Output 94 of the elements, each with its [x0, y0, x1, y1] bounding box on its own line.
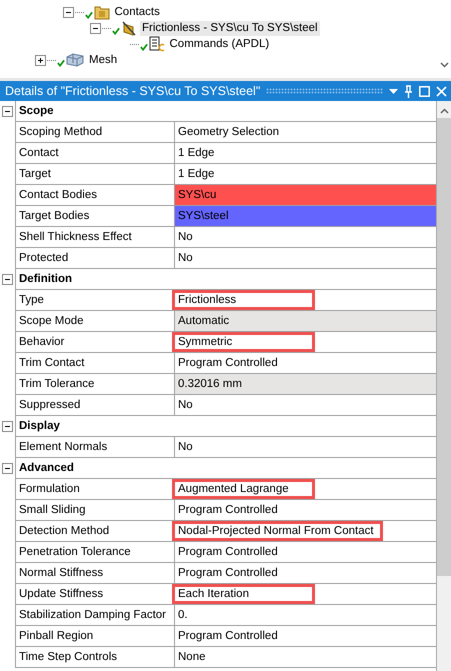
property-label: Normal Stiffness	[15, 563, 175, 584]
property-label: Contact	[15, 143, 175, 164]
property-label: Penetration Tolerance	[15, 542, 175, 563]
highlighted-value: Each Iteration	[175, 587, 312, 601]
expand-icon[interactable]	[35, 54, 46, 66]
property-label: Scope Mode	[15, 311, 175, 332]
highlighted-value: Nodal-Projected Normal From Contact	[175, 524, 380, 538]
scroll-up-icon[interactable]	[440, 108, 448, 114]
property-label: Behavior	[15, 332, 175, 353]
property-value-cell[interactable]: No	[175, 437, 436, 458]
tree-item[interactable]: Commands (APDL)	[168, 36, 272, 52]
property-value: SYS\cu	[178, 189, 216, 201]
property-value-cell[interactable]: Program Controlled	[175, 542, 436, 563]
property-label: Detection Method	[15, 521, 175, 542]
highlighted-value: Augmented Lagrange	[175, 482, 312, 496]
property-value-cell[interactable]: Each Iteration	[175, 584, 436, 605]
contact-icon	[121, 20, 137, 36]
property-label: Update Stiffness	[15, 584, 175, 605]
scrollbar-thumb[interactable]	[437, 118, 451, 576]
property-value-cell[interactable]: Program Controlled	[175, 626, 436, 647]
scroll-down-icon[interactable]	[440, 62, 448, 68]
mesh-icon	[66, 53, 84, 67]
folder-icon	[94, 4, 110, 20]
maximize-icon[interactable]	[419, 86, 430, 96]
property-label: Contact Bodies	[15, 185, 175, 206]
property-value: Program Controlled	[178, 567, 278, 579]
highlighted-value: Frictionless	[175, 293, 312, 307]
property-value-cell[interactable]: SYS\cu	[175, 185, 436, 206]
tree-item[interactable]: Mesh	[87, 52, 120, 68]
commands-icon	[148, 36, 164, 52]
section-header[interactable]: Scope	[15, 101, 436, 122]
property-value: Program Controlled	[178, 357, 278, 369]
property-value-cell[interactable]: SYS\steel	[175, 206, 436, 227]
property-label: Trim Tolerance	[15, 374, 175, 395]
property-label: Small Sliding	[15, 500, 175, 521]
collapse-icon[interactable]	[90, 22, 101, 34]
property-label: Scoping Method	[15, 122, 175, 143]
collapse-icon[interactable]	[2, 106, 13, 116]
section-header[interactable]: Display	[15, 416, 436, 437]
property-value-cell[interactable]: No	[175, 248, 436, 269]
property-value-cell[interactable]: 0.32016 mm	[175, 374, 436, 395]
collapse-icon[interactable]	[62, 6, 74, 18]
property-value-cell[interactable]: Frictionless	[175, 290, 436, 311]
property-value-cell[interactable]: No	[175, 227, 436, 248]
property-value-cell[interactable]: Program Controlled	[175, 500, 436, 521]
property-label: Trim Contact	[15, 353, 175, 374]
property-value-cell[interactable]: No	[175, 395, 436, 416]
dropdown-icon[interactable]	[389, 88, 398, 94]
property-value-cell[interactable]: None	[175, 647, 436, 668]
property-label: Type	[15, 290, 175, 311]
tree-item[interactable]: Frictionless - SYS\cu To SYS\steel	[140, 20, 320, 36]
property-label: Pinball Region	[15, 626, 175, 647]
property-value: 1 Edge	[178, 168, 214, 180]
property-value: No	[178, 231, 193, 243]
property-value: SYS\steel	[178, 210, 228, 222]
section-header[interactable]: Advanced	[15, 458, 436, 479]
property-label: Target	[15, 164, 175, 185]
property-label: Time Step Controls	[15, 647, 175, 668]
property-value: Automatic	[178, 315, 230, 327]
property-label: Protected	[15, 248, 175, 269]
property-label: Formulation	[15, 479, 175, 500]
collapse-icon[interactable]	[2, 274, 13, 284]
collapse-icon[interactable]	[2, 420, 13, 432]
property-label: Target Bodies	[15, 206, 175, 227]
property-value-cell[interactable]: 0.	[175, 605, 436, 626]
property-value-cell[interactable]: Augmented Lagrange	[175, 479, 436, 500]
property-label: Element Normals	[15, 437, 175, 458]
property-value: 0.32016 mm	[178, 378, 242, 390]
property-value: Program Controlled	[178, 546, 278, 558]
collapse-icon[interactable]	[2, 462, 13, 474]
property-value: 0.	[178, 609, 188, 621]
property-label: Shell Thickness Effect	[15, 227, 175, 248]
panel-title: Details of "Frictionless - SYS\cu To SYS\steel"	[5, 84, 260, 98]
pin-icon[interactable]	[404, 84, 413, 98]
property-value: Program Controlled	[178, 630, 278, 642]
property-value: No	[178, 252, 193, 264]
property-value-cell[interactable]: Symmetric	[175, 332, 436, 353]
property-value: 1 Edge	[178, 147, 214, 159]
property-value-cell[interactable]: Program Controlled	[175, 563, 436, 584]
property-value: Program Controlled	[178, 504, 278, 516]
property-value: No	[178, 399, 193, 411]
tree-item[interactable]: Contacts	[112, 4, 162, 20]
property-value: No	[178, 441, 193, 453]
property-value: Geometry Selection	[178, 126, 279, 138]
property-value-cell[interactable]: Geometry Selection	[175, 122, 436, 143]
highlighted-value: Symmetric	[175, 335, 312, 349]
property-value: None	[178, 651, 206, 663]
property-value-cell[interactable]: 1 Edge	[175, 143, 436, 164]
property-label: Stabilization Damping Factor	[15, 605, 175, 626]
section-header[interactable]: Definition	[15, 269, 436, 290]
close-icon[interactable]	[436, 86, 447, 96]
property-label: Suppressed	[15, 395, 175, 416]
property-value-cell[interactable]: Nodal-Projected Normal From Contact	[175, 521, 436, 542]
property-value-cell[interactable]: Automatic	[175, 311, 436, 332]
